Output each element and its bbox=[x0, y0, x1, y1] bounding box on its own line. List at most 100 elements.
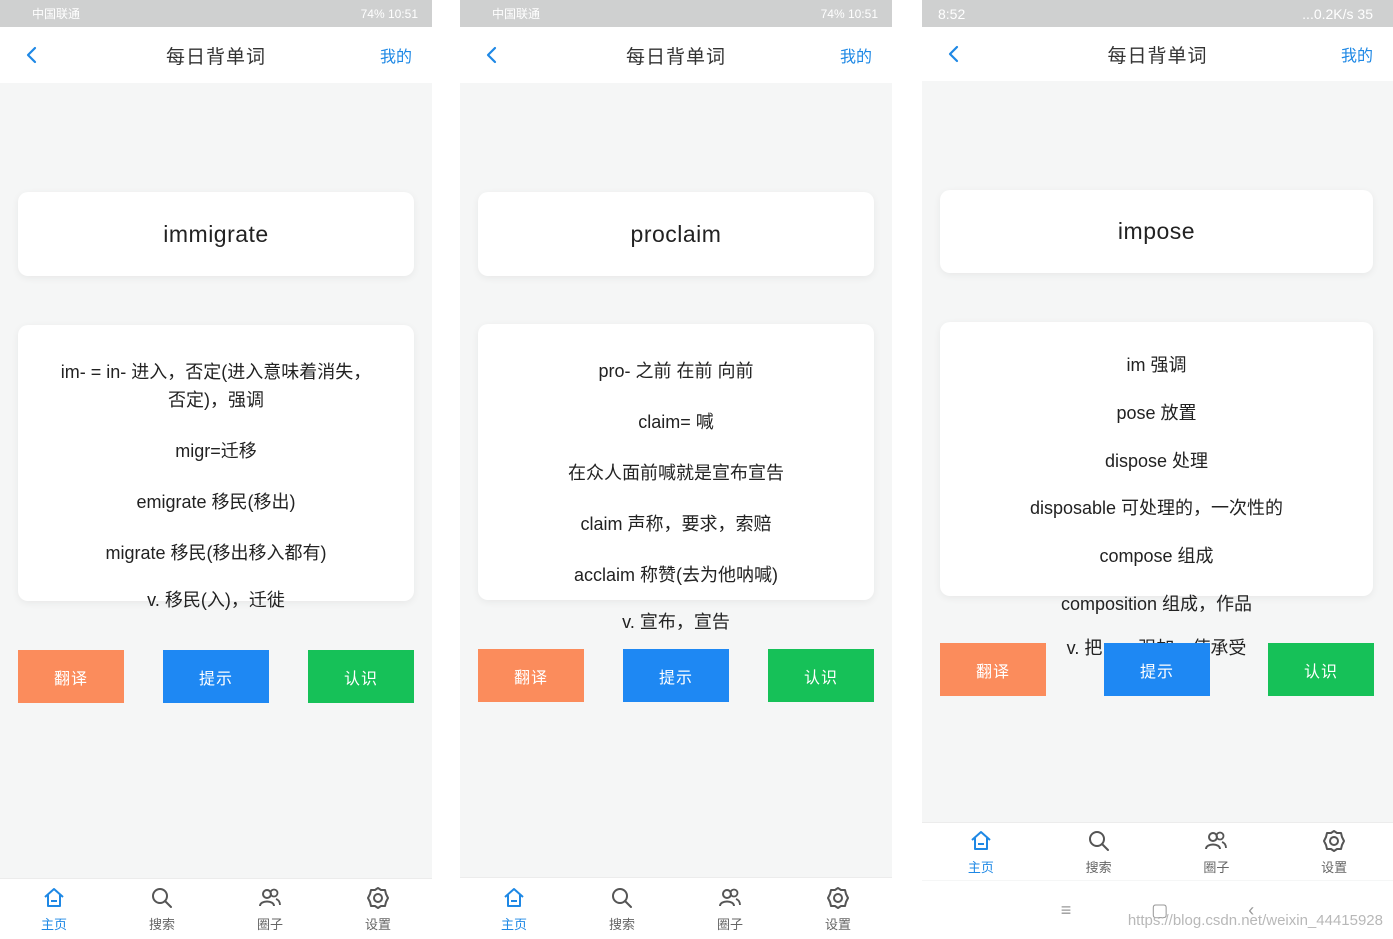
meaning-line: pro- 之前 在前 向前 bbox=[598, 361, 754, 381]
translate-button[interactable]: 翻译 bbox=[478, 649, 584, 702]
nav-bar: 每日背单词 我的 bbox=[0, 27, 432, 83]
watermark: https://blog.csdn.net/weixin_44415928 bbox=[1127, 912, 1383, 929]
tab-label: 主页 bbox=[40, 917, 67, 932]
chevron-left-icon bbox=[26, 46, 37, 64]
tab-circle[interactable]: 圈子 bbox=[676, 878, 784, 939]
tab-circle[interactable]: 圈子 bbox=[216, 879, 324, 939]
meaning-line: dispose 处理 bbox=[1104, 451, 1209, 471]
status-bar: 中国联通 74% 10:51 bbox=[0, 0, 432, 27]
mine-link[interactable]: 我的 bbox=[1341, 42, 1373, 66]
know-button[interactable]: 认识 bbox=[768, 649, 874, 702]
search-icon bbox=[152, 888, 172, 908]
meaning-line: claim 声称，要求，索赔 bbox=[580, 514, 772, 534]
tab-label: 主页 bbox=[967, 859, 994, 875]
tab-label: 圈子 bbox=[1203, 859, 1230, 875]
chevron-left-icon bbox=[486, 46, 497, 64]
tab-home[interactable]: 主页 bbox=[460, 878, 568, 939]
tab-search[interactable]: 搜索 bbox=[568, 878, 676, 939]
status-carrier: 中国联通 bbox=[492, 7, 541, 21]
status-time: 8:52 bbox=[938, 5, 966, 22]
meaning-line: migrate 移民(移出移入都有) bbox=[105, 543, 327, 563]
tab-settings[interactable]: 设置 bbox=[324, 879, 432, 939]
nav-bar: 每日背单词 我的 bbox=[922, 27, 1393, 81]
back-button[interactable] bbox=[20, 43, 44, 67]
phone-screen-2: 中国联通 74% 10:51 每日背单词 我的 proclaim pro- 之前… bbox=[460, 0, 892, 939]
mine-link[interactable]: 我的 bbox=[840, 43, 872, 67]
status-bar: 8:52 ...0.2K/s 35 bbox=[922, 0, 1393, 27]
gear-icon bbox=[827, 886, 849, 909]
meaning-line: acclaim 称赞(去为他呐喊) bbox=[573, 565, 778, 585]
status-bar: 中国联通 74% 10:51 bbox=[460, 0, 892, 27]
word-card[interactable]: immigrate bbox=[18, 192, 414, 276]
home-icon bbox=[44, 888, 64, 907]
translate-button[interactable]: 翻译 bbox=[18, 650, 124, 703]
people-icon bbox=[259, 888, 281, 907]
tab-settings[interactable]: 设置 bbox=[1275, 823, 1393, 880]
word-text: impose bbox=[1117, 218, 1196, 244]
tab-search[interactable]: 搜索 bbox=[1040, 823, 1158, 880]
meaning-card: im- = in- 进入，否定(进入意味着消失， 否定)，强调 migr=迁移 … bbox=[18, 325, 414, 610]
tab-label: 主页 bbox=[500, 916, 527, 932]
tab-circle[interactable]: 圈子 bbox=[1158, 823, 1276, 880]
meaning-line: im 强调 bbox=[1126, 355, 1187, 375]
meaning-line: migr=迁移 bbox=[175, 441, 257, 461]
people-icon bbox=[719, 888, 741, 906]
meaning-line: emigrate 移民(移出) bbox=[136, 492, 296, 512]
tab-label: 设置 bbox=[824, 916, 851, 932]
word-card[interactable]: proclaim bbox=[478, 192, 874, 276]
chevron-left-icon bbox=[948, 45, 959, 63]
page-title: 每日背单词 bbox=[165, 46, 266, 68]
meaning-line: 在众人面前喊就是宣布宣告 bbox=[568, 463, 784, 483]
tab-label: 圈子 bbox=[716, 916, 743, 932]
status-network: ...0.2K/s 35 bbox=[1302, 5, 1373, 22]
tab-label: 搜索 bbox=[608, 916, 635, 932]
meaning-line: compose 组成 bbox=[1099, 546, 1214, 566]
meaning-line: v. 宣布，宣告 bbox=[622, 612, 730, 632]
know-button[interactable]: 认识 bbox=[1268, 643, 1374, 696]
tab-label: 设置 bbox=[364, 917, 391, 932]
translate-button[interactable]: 翻译 bbox=[940, 643, 1046, 696]
mine-link[interactable]: 我的 bbox=[380, 43, 412, 67]
tab-settings[interactable]: 设置 bbox=[784, 878, 892, 939]
meaning-line: v. 移民(入)，迁徙 bbox=[147, 590, 285, 610]
meaning-line: 否定)，强调 bbox=[168, 390, 264, 410]
tab-bar: 主页 搜索 圈子 设置 bbox=[460, 877, 892, 939]
know-button[interactable]: 认识 bbox=[308, 650, 414, 703]
meaning-card: pro- 之前 在前 向前 claim= 喊 在众人面前喊就是宣布宣告 clai… bbox=[478, 324, 874, 632]
word-text: immigrate bbox=[163, 220, 269, 247]
status-battery-time: 74% 10:51 bbox=[360, 6, 418, 21]
tab-label: 搜索 bbox=[148, 917, 175, 932]
home-icon bbox=[971, 830, 991, 850]
meaning-line: im- = in- 进入，否定(进入意味着消失， bbox=[60, 362, 372, 382]
word-card[interactable]: impose bbox=[940, 190, 1373, 273]
hint-button[interactable]: 提示 bbox=[1104, 643, 1210, 696]
page-title: 每日背单词 bbox=[1107, 45, 1208, 67]
nav-bar: 每日背单词 我的 bbox=[460, 27, 892, 83]
meaning-line: claim= 喊 bbox=[638, 412, 714, 432]
status-battery-time: 74% 10:51 bbox=[820, 6, 878, 21]
phone-screen-1: 中国联通 74% 10:51 每日背单词 我的 immigrate im- = … bbox=[0, 0, 432, 939]
tab-label: 设置 bbox=[1321, 859, 1348, 875]
tab-bar: 主页 搜索 圈子 设置 bbox=[922, 822, 1393, 880]
phone-screen-3: 8:52 ...0.2K/s 35 每日背单词 我的 impose im 强调 … bbox=[922, 0, 1393, 939]
hint-button[interactable]: 提示 bbox=[623, 649, 729, 702]
gear-icon bbox=[367, 887, 389, 909]
meaning-line: pose 放置 bbox=[1116, 403, 1197, 423]
menu-icon[interactable]: ≡ bbox=[1061, 900, 1072, 921]
status-carrier: 中国联通 bbox=[32, 7, 81, 21]
tab-home[interactable]: 主页 bbox=[0, 879, 108, 939]
meaning-line: composition 组成，作品 bbox=[1060, 594, 1253, 614]
page-title: 每日背单词 bbox=[625, 46, 726, 68]
tab-label: 圈子 bbox=[256, 917, 283, 932]
hint-button[interactable]: 提示 bbox=[163, 650, 269, 703]
back-button[interactable] bbox=[942, 42, 966, 66]
home-icon bbox=[504, 887, 524, 907]
search-icon bbox=[612, 887, 632, 908]
meaning-line: disposable 可处理的，一次性的 bbox=[1029, 498, 1284, 518]
back-button[interactable] bbox=[480, 43, 504, 67]
tab-home[interactable]: 主页 bbox=[922, 823, 1040, 880]
tab-label: 搜索 bbox=[1085, 859, 1112, 875]
word-text: proclaim bbox=[630, 220, 722, 247]
search-icon bbox=[1088, 830, 1109, 851]
tab-search[interactable]: 搜索 bbox=[108, 879, 216, 939]
